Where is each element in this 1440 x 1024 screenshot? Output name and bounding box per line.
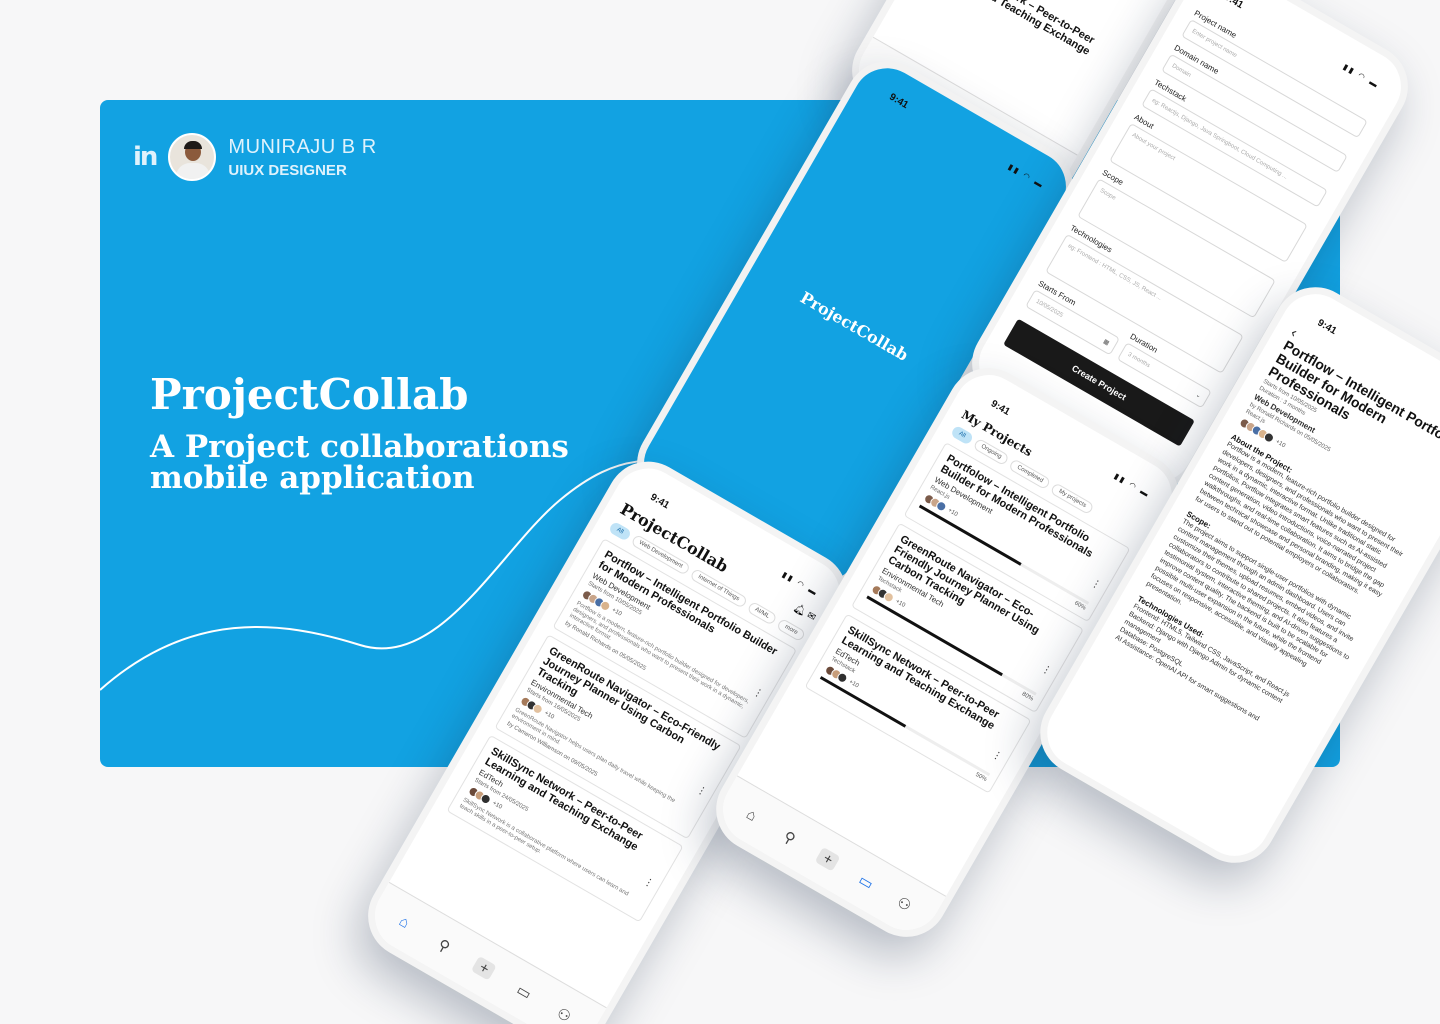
search-icon[interactable]: ⚲: [431, 933, 457, 959]
status-time: 9:41: [1222, 0, 1246, 12]
chat-icon[interactable]: ✉: [805, 610, 818, 624]
starts-value: 10/05/2025: [1034, 298, 1064, 319]
tab-bar: ⌂ ⚲ + ▭ ⚇: [710, 775, 947, 943]
avatar: [168, 133, 217, 181]
plus-icon[interactable]: +: [815, 847, 841, 872]
chip-all[interactable]: All: [607, 520, 632, 542]
invision-logo-icon: in: [133, 142, 158, 172]
subtitle-line-1: A Project collaborations: [150, 429, 569, 465]
author-badge: in MUNIRAJU B R UIUX DESIGNER: [133, 133, 377, 181]
author-name: MUNIRAJU B R: [228, 135, 377, 158]
status-time: 9:41: [1315, 317, 1339, 337]
splash-brand: ProjectCollab: [796, 287, 912, 365]
folder-icon[interactable]: ▭: [853, 869, 879, 895]
page-subtitle: A Project collaborations mobile applicat…: [150, 432, 620, 494]
more-members: +10: [847, 679, 860, 690]
author-role: UIUX DESIGNER: [228, 161, 347, 179]
more-members: +10: [894, 598, 907, 609]
header-icons: 🔔︎ ✉: [791, 602, 817, 623]
status-icons: ▮▮ ◠ ▬: [1006, 162, 1046, 191]
chip-all[interactable]: All: [950, 424, 974, 446]
author-info: MUNIRAJU B R UIUX DESIGNER: [228, 136, 376, 179]
profile-icon[interactable]: ⚇: [551, 1002, 577, 1024]
search-icon[interactable]: ⚲: [777, 825, 803, 851]
calendar-icon[interactable]: ▦: [1102, 338, 1110, 347]
status-time: 9:41: [887, 91, 911, 112]
card-title: SkillSync Network – Peer-to-Peer Learnin…: [935, 0, 1097, 58]
chevron-down-icon: ⌄: [1194, 392, 1202, 400]
more-members: +10: [946, 507, 959, 518]
home-icon[interactable]: ⌂: [739, 803, 765, 828]
status-time: 9:41: [988, 398, 1012, 418]
profile-icon[interactable]: ⚇: [891, 891, 917, 917]
duration-value: 3 months: [1126, 351, 1151, 370]
more-members: +10: [543, 710, 555, 721]
plus-icon[interactable]: +: [471, 956, 498, 981]
tab-bar: ⌂ ⚲ + ▭ ⚇: [362, 881, 607, 1024]
page-title: ProjectCollab: [150, 370, 469, 419]
more-members: +10: [491, 800, 503, 811]
more-members: +10: [610, 607, 623, 618]
card-partial: SkillSync Network – Peer-to-Peer Learnin…: [935, 0, 1117, 69]
home-icon[interactable]: ⌂: [391, 910, 417, 935]
subtitle-line-2: mobile application: [150, 460, 475, 496]
folder-icon[interactable]: ▭: [511, 979, 537, 1005]
status-time: 9:41: [648, 491, 672, 512]
more-members: +10: [1274, 438, 1287, 450]
